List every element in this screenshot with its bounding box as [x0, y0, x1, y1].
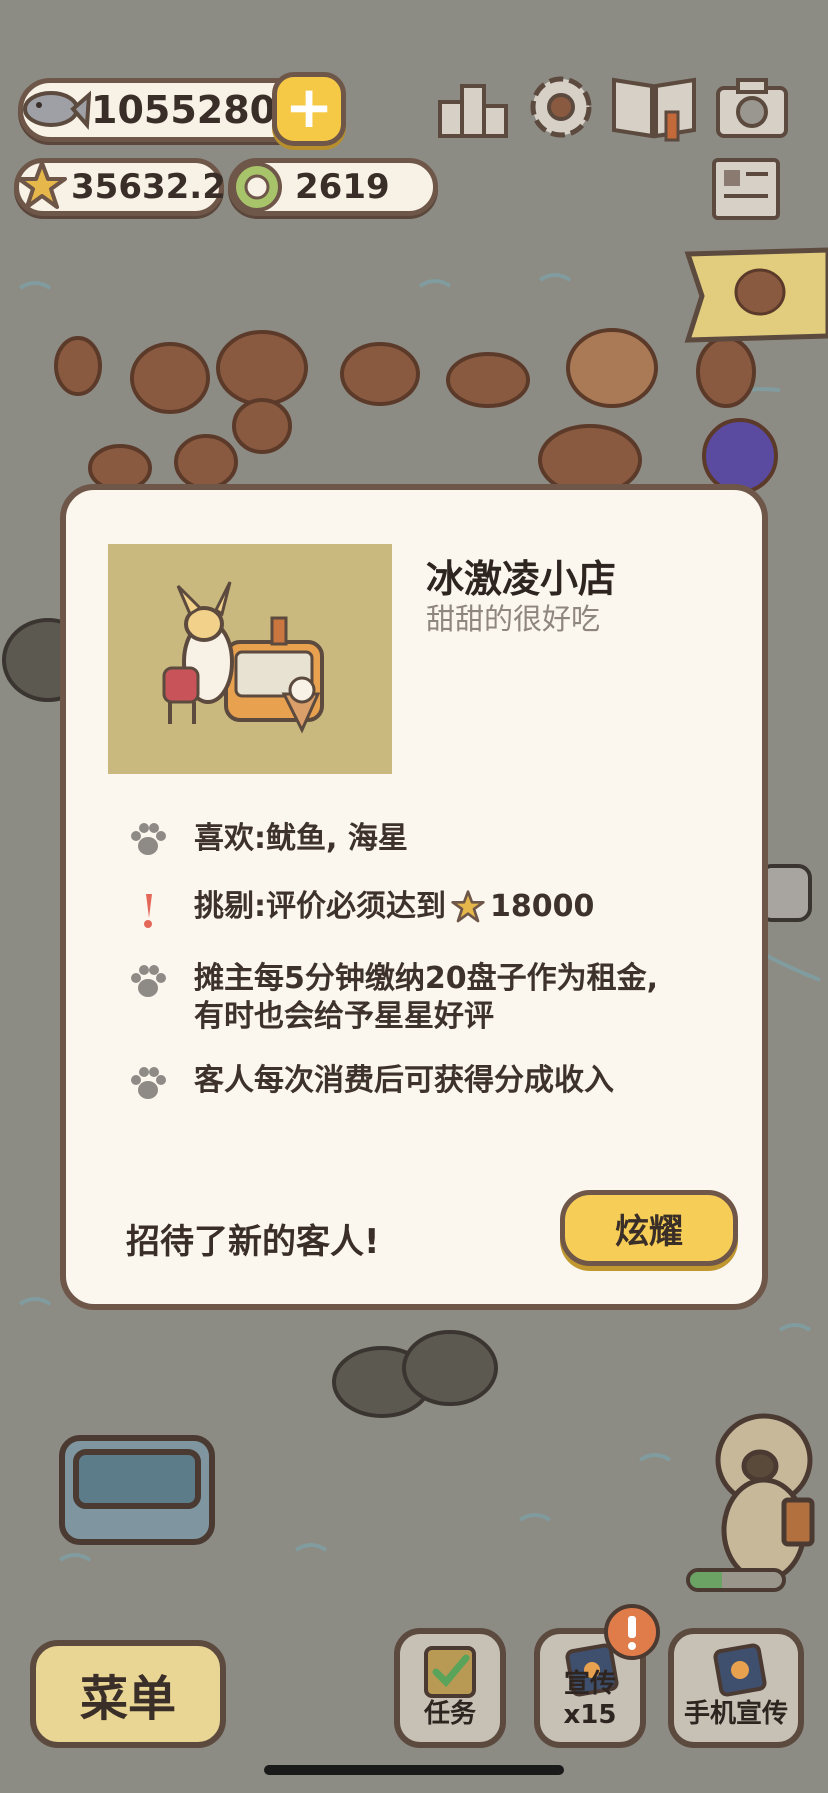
add-fish-button[interactable]: +	[272, 72, 346, 146]
exclamation-icon	[144, 894, 152, 928]
new-guest-message: 招待了新的客人!	[126, 1222, 380, 1262]
phone-promote-label: 手机宣传	[683, 1699, 788, 1729]
plus-icon: +	[284, 73, 334, 141]
rent-line-1: 摊主每5分钟缴纳20盘子作为租金,	[194, 961, 659, 996]
brag-button[interactable]: 炫耀	[560, 1190, 738, 1266]
star-icon	[17, 161, 67, 209]
picky-requirement: 挑剔:评价必须达到 18000	[194, 888, 594, 926]
star-currency: 35632.2	[14, 158, 226, 216]
revenue-text: 客人每次消费后可获得分成收入	[194, 1063, 614, 1098]
paw-icon	[131, 823, 166, 855]
picky-value: 18000	[490, 889, 595, 924]
camera-icon[interactable]	[714, 76, 790, 140]
tasks-button[interactable]: 任务	[394, 1628, 506, 1748]
shop-title: 冰激凌小店	[426, 557, 617, 601]
coin-icon	[232, 162, 282, 212]
promote-label: 宣传x15	[563, 1669, 617, 1730]
coin-currency: 2619	[228, 158, 438, 216]
paw-icon	[131, 965, 166, 997]
ice-cream-shop-illustration	[108, 544, 392, 774]
game-scene: 10552808 + 35632.2 2619 冰激凌小店 甜甜的很好吃 喜欢:…	[0, 0, 828, 1793]
coin-count: 2619	[295, 167, 390, 207]
fish-count: 10552808	[91, 88, 303, 132]
paw-icon	[131, 1067, 166, 1099]
likes-text: 喜欢:鱿鱼, 海星	[194, 821, 408, 856]
settings-gear-icon[interactable]	[526, 72, 596, 142]
progress-fill	[690, 1572, 723, 1588]
tub	[59, 1435, 215, 1545]
catalog-book-icon[interactable]	[608, 72, 700, 142]
menu-button[interactable]: 菜单	[30, 1640, 226, 1748]
tasks-label: 任务	[423, 1699, 476, 1729]
phone-promote-button[interactable]: 手机宣传	[668, 1628, 804, 1748]
pug-character	[715, 1413, 815, 1583]
picky-prefix: 挑剔:评价必须达到	[194, 889, 446, 924]
leaderboard-icon[interactable]	[436, 76, 510, 142]
newspaper-icon[interactable]	[710, 156, 782, 222]
shop-subtitle: 甜甜的很好吃	[426, 602, 601, 636]
cooking-tab	[684, 247, 828, 343]
rent-text: 摊主每5分钟缴纳20盘子作为租金, 有时也会给予星星好评	[194, 960, 658, 1036]
promotion-progress-bar	[686, 1568, 786, 1592]
fish-icon	[23, 90, 91, 130]
rent-line-2: 有时也会给予星星好评	[194, 999, 494, 1034]
shop-info-dialog: 冰激凌小店 甜甜的很好吃 喜欢:鱿鱼, 海星 挑剔:评价必须达到 18000 摊…	[60, 484, 768, 1310]
star-icon	[451, 890, 485, 923]
star-rating: 35632.2	[71, 167, 226, 207]
home-indicator[interactable]	[264, 1765, 564, 1775]
alert-badge-icon	[604, 1604, 660, 1660]
fox-vendor-icon	[162, 581, 324, 734]
